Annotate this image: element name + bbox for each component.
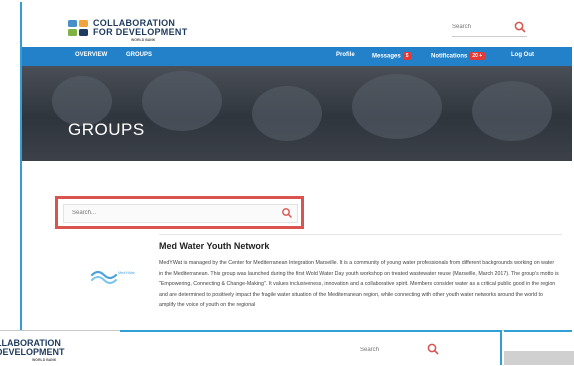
nav-profile[interactable]: Profile <box>336 52 355 58</box>
header-search-input[interactable] <box>360 343 420 356</box>
group-description: MedYWat is managed by the Center for Med… <box>159 260 559 309</box>
nav-groups[interactable]: GROUPS <box>126 52 152 58</box>
logo-text-line2: DEVELOPMENT <box>0 347 65 357</box>
groups-search-input[interactable] <box>72 206 272 219</box>
search-icon[interactable] <box>426 342 440 356</box>
header-search-input[interactable] <box>452 20 512 34</box>
logo-mark-icon <box>68 20 88 36</box>
hero-photo-shape <box>352 74 442 139</box>
notifications-count-badge: 20 + <box>469 52 486 60</box>
logo-subtext: WORLD BANK <box>131 38 156 42</box>
main-nav: OVERVIEW GROUPS Profile Messages 5 Notifi… <box>22 47 572 66</box>
messages-count-badge: 5 <box>402 52 412 60</box>
nav-overview[interactable]: OVERVIEW <box>75 52 107 58</box>
group-logo-icon[interactable]: MedYWat <box>88 266 146 286</box>
hero-banner: GROUPS <box>22 66 572 161</box>
hero-photo-shape <box>472 81 552 141</box>
browser-frame-secondary: LLABORATION DEVELOPMENT WORLD BANK <box>0 330 504 366</box>
divider <box>159 234 562 235</box>
nav-messages-label: Messages <box>372 53 401 60</box>
search-icon[interactable] <box>513 20 527 34</box>
site-header: COLLABORATION FOR DEVELOPMENT WORLD BANK <box>22 2 572 47</box>
nav-logout[interactable]: Log Out <box>511 52 534 58</box>
site-logo[interactable]: COLLABORATION FOR DEVELOPMENT WORLD BANK <box>68 17 187 42</box>
logo-subtext: WORLD BANK <box>32 358 57 362</box>
logo-text-line2: FOR DEVELOPMENT <box>93 27 188 37</box>
hero-photo-shape <box>52 76 112 126</box>
page-title: GROUPS <box>68 120 145 139</box>
header-search <box>360 342 440 358</box>
nav-notifications-label: Notifications <box>431 53 468 60</box>
nav-notifications[interactable]: Notifications 20 + <box>431 52 486 60</box>
nav-messages[interactable]: Messages 5 <box>372 52 412 60</box>
hero-photo-shape <box>252 86 322 141</box>
groups-search-field <box>63 204 298 223</box>
hero-photo-shape <box>142 71 222 131</box>
group-title[interactable]: Med Water Youth Network <box>159 241 269 251</box>
background-strip <box>504 351 574 365</box>
header-search <box>452 20 527 37</box>
group-logo-text: MedYWat <box>118 271 135 275</box>
frame-border <box>500 330 502 365</box>
groups-search-highlight <box>55 196 304 229</box>
frame-border <box>120 330 502 332</box>
search-icon[interactable] <box>281 207 293 219</box>
browser-frame-main: COLLABORATION FOR DEVELOPMENT WORLD BANK… <box>20 2 572 332</box>
